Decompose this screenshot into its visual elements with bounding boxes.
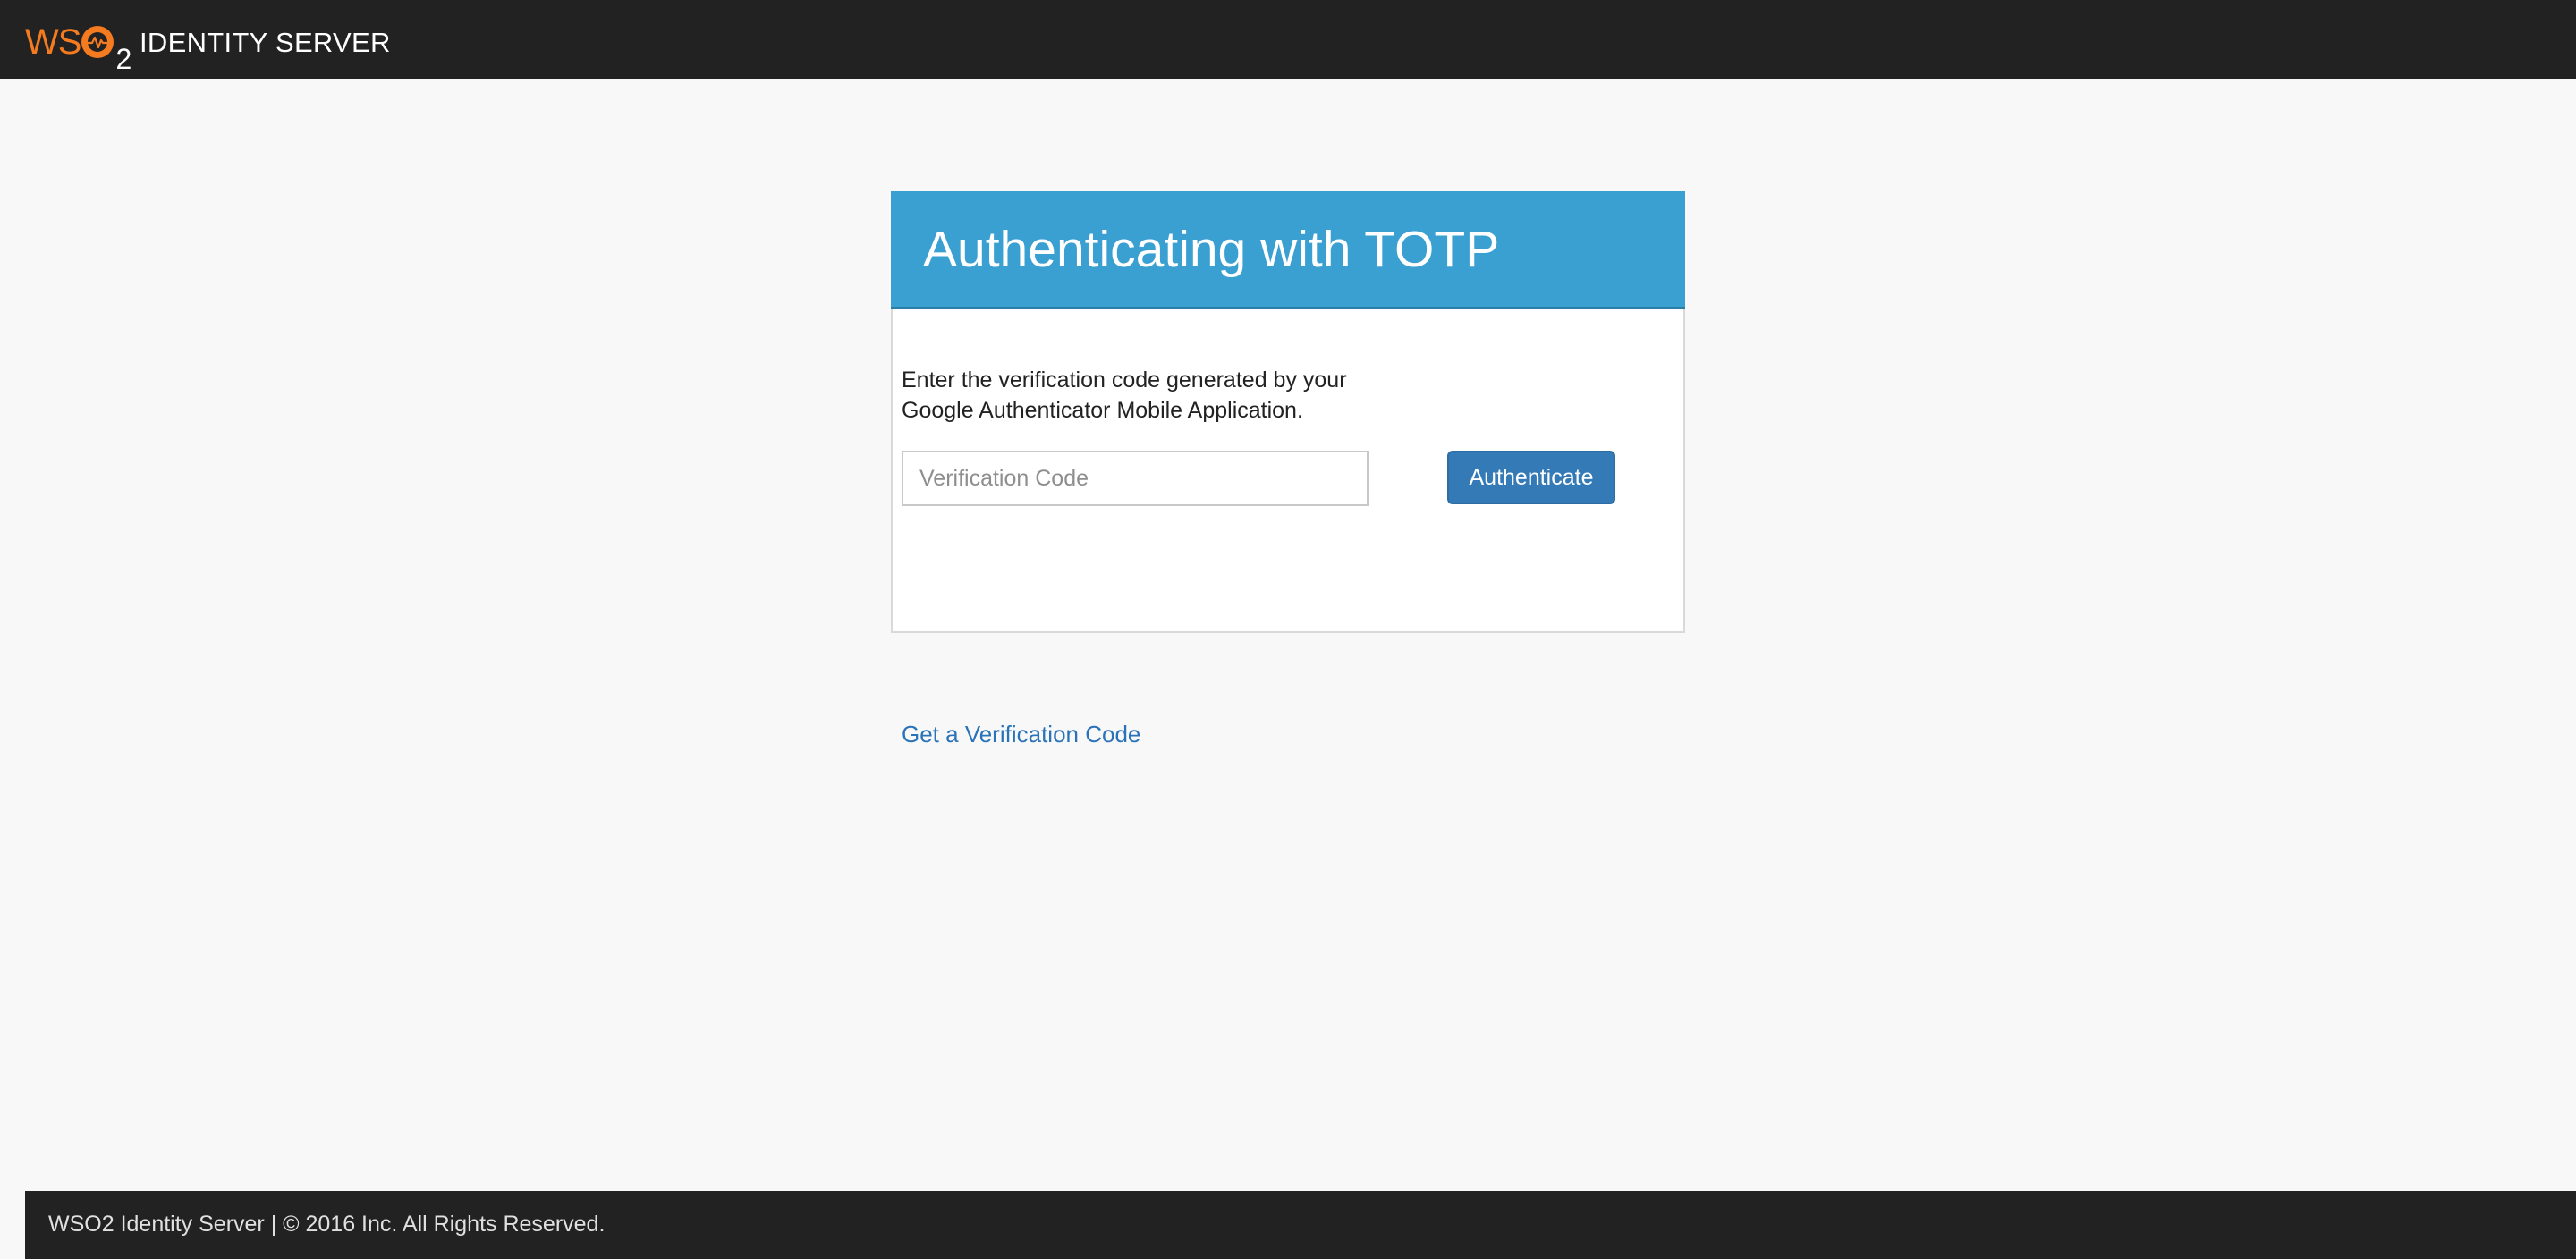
logo-subscript-2: 2 xyxy=(115,43,132,75)
product-name: IDENTITY SERVER xyxy=(140,27,391,58)
instructions-text: Enter the verification code generated by… xyxy=(902,368,1347,423)
page-title: Authenticating with TOTP xyxy=(923,221,1500,278)
footer: WSO2 Identity Server | © 2016 Inc. All R… xyxy=(25,1191,2576,1259)
card-header: Authenticating with TOTP xyxy=(891,191,1685,309)
totp-auth-card: Authenticating with TOTP Enter the verif… xyxy=(891,191,1685,748)
footer-copyright: WSO2 Identity Server | © 2016 Inc. All R… xyxy=(48,1212,606,1237)
wso2-logo[interactable]: WS 2 xyxy=(25,20,132,75)
authenticate-button[interactable]: Authenticate xyxy=(1447,451,1615,504)
logo-ws-text: WS xyxy=(25,22,81,62)
verification-code-input[interactable] xyxy=(902,451,1368,506)
get-verification-code-link[interactable]: Get a Verification Code xyxy=(902,719,1140,749)
pulse-icon xyxy=(81,26,114,58)
top-navbar: WS 2 IDENTITY SERVER xyxy=(0,0,2576,79)
